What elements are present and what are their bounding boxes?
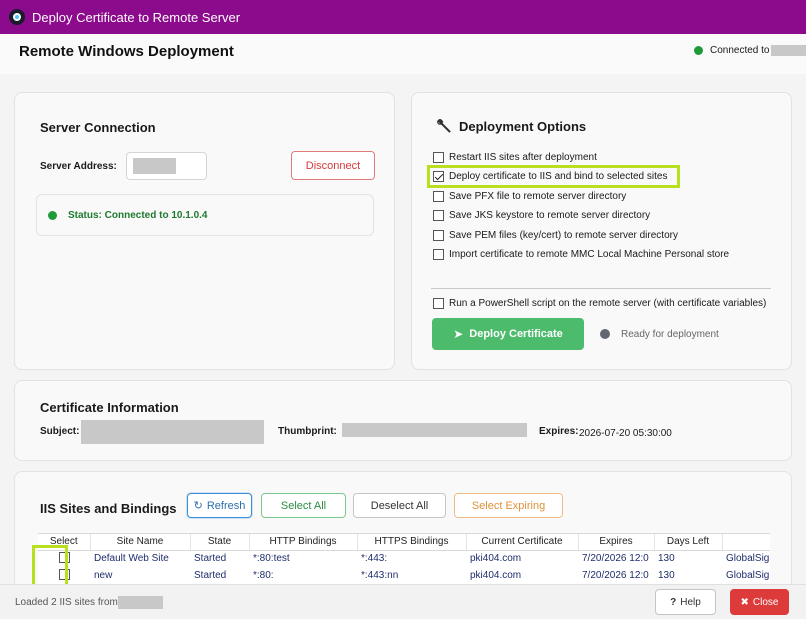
footer-bar: Loaded 2 IIS sites from ? Help ✖ Close (0, 584, 806, 619)
footer-status-text: Loaded 2 IIS sites from (15, 597, 118, 608)
col-http-bindings[interactable]: HTTP Bindings (249, 534, 358, 551)
option-save-pfx[interactable]: Save PFX file to remote server directory (433, 191, 626, 202)
table-row[interactable]: Default Web Site Started *:80:test *:443… (38, 550, 770, 567)
connection-status: Connected to (694, 45, 806, 56)
certificate-cell: pki404.com (470, 553, 522, 565)
sites-table: Select Site Name State HTTP Bindings HTT… (38, 534, 770, 584)
http-bindings-cell: *:80:test (253, 553, 290, 565)
powershell-checkbox[interactable] (433, 298, 444, 309)
refresh-label: Refresh (206, 499, 246, 512)
window-title: Deploy Certificate to Remote Server (32, 9, 241, 25)
certificate-info-title: Certificate Information (40, 400, 179, 415)
option-save-jks[interactable]: Save JKS keystore to remote server direc… (433, 210, 650, 221)
close-label: Close (752, 596, 779, 608)
option-import-mmc[interactable]: Import certificate to remote MMC Local M… (433, 249, 729, 260)
server-connection-title: Server Connection (40, 120, 156, 135)
deploy-certificate-label: Deploy Certificate (469, 328, 563, 340)
certificate-cell: pki404.com (470, 570, 522, 581)
help-label: Help (680, 596, 701, 608)
server-connection-card: Server Connection Server Address: Discon… (14, 92, 395, 370)
ready-dot-icon (600, 329, 610, 339)
col-site-name[interactable]: Site Name (90, 534, 191, 551)
save-pem-checkbox[interactable] (433, 230, 444, 241)
table-header-row: Select Site Name State HTTP Bindings HTT… (38, 534, 770, 551)
state-cell: Started (194, 570, 227, 581)
app-icon (9, 9, 25, 25)
status-box: Status: Connected to 10.1.0.4 (36, 194, 374, 236)
save-pfx-checkbox[interactable] (433, 191, 444, 202)
certificate-info-card: Certificate Information Subject: Thumbpr… (14, 380, 792, 461)
server-address-label: Server Address: (40, 161, 117, 172)
col-days-left[interactable]: Days Left (654, 534, 723, 551)
redacted-thumbprint (342, 423, 527, 437)
days-left-cell: 130 (658, 570, 675, 581)
state-cell: Started (194, 553, 227, 565)
status-dot-icon (48, 211, 57, 220)
deploy-certificate-button[interactable]: ➤ Deploy Certificate (432, 318, 584, 350)
save-jks-checkbox[interactable] (433, 210, 444, 221)
deselect-all-button[interactable]: Deselect All (353, 493, 446, 518)
expires-cell: 7/20/2026 12:0 (582, 570, 649, 581)
page-title: Remote Windows Deployment (19, 43, 234, 60)
iis-sites-title: IIS Sites and Bindings (40, 501, 177, 516)
option-restart-iis[interactable]: Restart IIS sites after deployment (433, 152, 597, 163)
site-name-cell: new (94, 570, 113, 581)
close-icon: ✖ (740, 596, 749, 608)
import-mmc-label: Import certificate to remote MMC Local M… (449, 249, 730, 260)
select-all-button[interactable]: Select All (261, 493, 346, 518)
select-expiring-button[interactable]: Select Expiring (454, 493, 563, 518)
save-pfx-label: Save PFX file to remote server directory (449, 191, 627, 202)
thumbprint-label: Thumbprint: (278, 426, 337, 437)
connection-status-text: Status: Connected to 10.1.0.4 (68, 210, 208, 221)
option-powershell[interactable]: Run a PowerShell script on the remote se… (433, 298, 766, 309)
help-icon: ? (670, 596, 677, 608)
import-mmc-checkbox[interactable] (433, 249, 444, 260)
deployment-options-title: Deployment Options (459, 119, 587, 134)
col-issuer[interactable] (722, 534, 770, 551)
redacted-server-address (133, 158, 176, 174)
https-bindings-cell: *:443: (361, 553, 388, 565)
page-header: Remote Windows Deployment Connected to (0, 34, 806, 74)
days-left-cell: 130 (658, 553, 675, 565)
rocket-icon: ➤ (453, 327, 464, 341)
https-bindings-cell: *:443:nn (361, 570, 399, 581)
expires-value: 2026-07-20 05:30:00 (579, 428, 672, 439)
col-current-certificate[interactable]: Current Certificate (466, 534, 579, 551)
redacted-subject (81, 420, 264, 444)
restart-iis-label: Restart IIS sites after deployment (449, 152, 597, 163)
ready-status-text: Ready for deployment (621, 329, 719, 340)
site-name-cell: Default Web Site (94, 553, 169, 565)
issuer-cell: GlobalSig (726, 553, 770, 565)
disconnect-button[interactable]: Disconnect (291, 151, 375, 180)
help-button[interactable]: ? Help (655, 589, 716, 615)
restart-iis-checkbox[interactable] (433, 152, 444, 163)
expires-cell: 7/20/2026 12:0 (582, 553, 649, 565)
redacted-server-name (770, 45, 806, 56)
http-bindings-cell: *:80: (253, 570, 274, 581)
wrench-icon (437, 118, 451, 136)
save-pem-label: Save PEM files (key/cert) to remote serv… (449, 230, 678, 241)
subject-label: Subject: (40, 426, 80, 437)
table-row[interactable]: new Started *:80: *:443:nn pki404.com 7/… (38, 567, 770, 584)
server-address-input[interactable] (126, 152, 207, 180)
issuer-cell: GlobalSig (726, 570, 770, 581)
sites-grid-container: Select Site Name State HTTP Bindings HTT… (38, 533, 770, 584)
close-button[interactable]: ✖ Close (730, 589, 789, 615)
expires-label: Expires: (539, 426, 579, 437)
redacted-footer-server (118, 596, 163, 609)
highlight-deploy-option (427, 165, 680, 188)
connected-dot-icon (694, 46, 703, 55)
powershell-label: Run a PowerShell script on the remote se… (449, 298, 767, 309)
refresh-icon: ↻ (193, 500, 203, 512)
save-jks-label: Save JKS keystore to remote server direc… (449, 210, 651, 221)
title-bar: Deploy Certificate to Remote Server (0, 0, 806, 34)
col-https-bindings[interactable]: HTTPS Bindings (357, 534, 467, 551)
col-expires[interactable]: Expires (578, 534, 655, 551)
option-save-pem[interactable]: Save PEM files (key/cert) to remote serv… (433, 230, 678, 241)
options-divider (431, 288, 771, 289)
refresh-button[interactable]: ↻ Refresh (187, 493, 252, 518)
connection-label: Connected to (710, 45, 770, 56)
col-state[interactable]: State (190, 534, 250, 551)
